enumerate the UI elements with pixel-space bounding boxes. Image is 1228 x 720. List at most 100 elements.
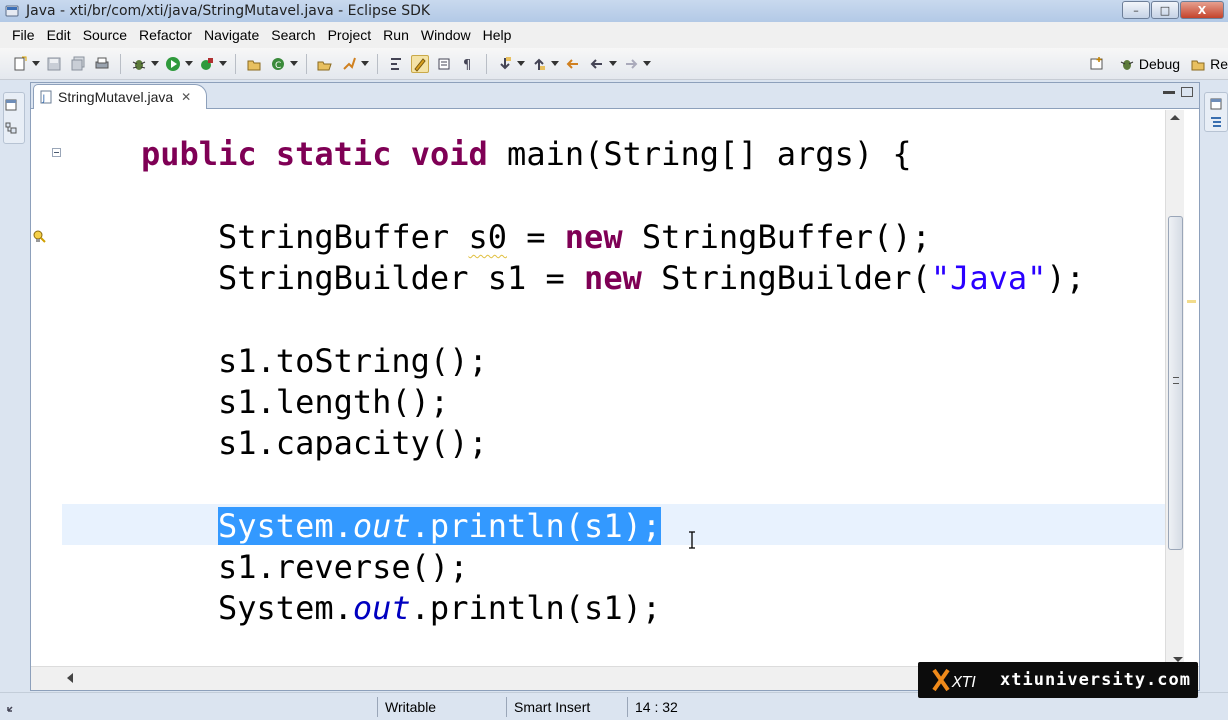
- warning-lightbulb-icon[interactable]: [32, 229, 46, 243]
- close-tab-icon[interactable]: ✕: [181, 90, 191, 104]
- toolbar-separator: [486, 53, 487, 74]
- run-icon[interactable]: [164, 55, 182, 73]
- perspective-resource-label: Re: [1210, 55, 1228, 72]
- show-whitespace-icon[interactable]: ¶: [459, 55, 477, 73]
- next-annotation-icon[interactable]: [496, 55, 514, 73]
- package-explorer-icon[interactable]: [4, 121, 18, 135]
- maximize-editor-icon[interactable]: [1181, 87, 1193, 97]
- bug-icon: [1120, 59, 1134, 70]
- perspective-switcher: Debug Re: [1079, 48, 1228, 79]
- status-writable: Writable: [377, 697, 505, 717]
- forward-icon[interactable]: [622, 55, 640, 73]
- search-icon[interactable]: [340, 55, 358, 73]
- scroll-up-arrow-icon[interactable]: [1170, 114, 1180, 120]
- last-edit-location-icon[interactable]: [564, 55, 582, 73]
- svg-text:XTI: XTI: [951, 673, 976, 691]
- block-selection-icon[interactable]: [435, 55, 453, 73]
- debug-dropdown-arrow[interactable]: [151, 55, 159, 73]
- new-package-icon[interactable]: C: [269, 55, 287, 73]
- svg-text:J: J: [42, 94, 46, 104]
- toolbar-separator: [120, 53, 121, 74]
- back-dropdown-arrow[interactable]: [609, 55, 617, 73]
- menu-search[interactable]: Search: [265, 27, 321, 43]
- menu-run[interactable]: Run: [377, 27, 415, 43]
- restore-icon[interactable]: [4, 98, 18, 112]
- toolbar-separator: [235, 53, 236, 74]
- code-line-stringbuffer: StringBuffer s0 = new StringBuffer();: [218, 218, 931, 256]
- right-trim-stack: [1200, 80, 1228, 692]
- code-line-capacity: s1.capacity();: [218, 424, 488, 462]
- menu-edit[interactable]: Edit: [41, 27, 77, 43]
- vertical-scrollbar[interactable]: [1165, 110, 1184, 666]
- code-line-reverse: s1.reverse();: [218, 548, 469, 586]
- toggle-breadcrumb-icon[interactable]: [387, 55, 405, 73]
- main-toolbar: C ¶ Debug Re: [0, 48, 1228, 80]
- text-cursor-icon: [689, 531, 695, 549]
- warning-marker[interactable]: [1187, 300, 1196, 303]
- eclipse-java-icon: [5, 5, 19, 17]
- next-annotation-dropdown-arrow[interactable]: [517, 55, 525, 73]
- code-line-println-selected: System.out.println(s1);: [218, 506, 662, 547]
- close-button[interactable]: X: [1180, 1, 1224, 19]
- menu-navigate[interactable]: Navigate: [198, 27, 265, 43]
- fold-toggle-icon[interactable]: [52, 148, 61, 157]
- maximize-button[interactable]: □: [1151, 1, 1179, 19]
- minimize-button[interactable]: –: [1122, 1, 1150, 19]
- menu-source[interactable]: Source: [77, 27, 133, 43]
- window-controls: – □ X: [1122, 1, 1224, 19]
- outline-icon[interactable]: [1209, 115, 1223, 129]
- toolbar-separator: [306, 53, 307, 74]
- xti-logo-icon: XTI: [932, 668, 976, 692]
- left-trim-stack: [0, 80, 30, 692]
- minimize-editor-icon[interactable]: [1163, 91, 1175, 94]
- code-line-main-signature: public static void main(String[] args) {: [141, 135, 912, 173]
- external-tools-dropdown-arrow[interactable]: [219, 55, 227, 73]
- mark-occurrences-icon[interactable]: [411, 54, 429, 73]
- new-wizard-icon[interactable]: [11, 55, 29, 73]
- external-tools-icon[interactable]: [198, 55, 216, 73]
- menu-file[interactable]: File: [6, 27, 41, 43]
- toolbar-separator: [377, 53, 378, 74]
- print-icon[interactable]: [93, 55, 111, 73]
- editor-view-controls: [1163, 87, 1193, 97]
- save-all-icon[interactable]: [69, 55, 87, 73]
- new-java-project-icon[interactable]: [245, 55, 263, 73]
- xti-watermark-logo: XTI xtiuniversity.com: [918, 662, 1198, 698]
- run-dropdown-arrow[interactable]: [185, 55, 193, 73]
- code-line-tostring: s1.toString();: [218, 342, 488, 380]
- editor-gutter: [31, 110, 61, 666]
- code-line-length: s1.length();: [218, 383, 450, 421]
- perspective-resource[interactable]: Re: [1190, 56, 1228, 72]
- new-class-dropdown-arrow[interactable]: [290, 55, 298, 73]
- editor-tab-bar: J StringMutavel.java ✕: [31, 83, 1199, 109]
- menu-project[interactable]: Project: [322, 27, 378, 43]
- unused-variable-warning: s0: [468, 218, 507, 256]
- menu-refactor[interactable]: Refactor: [133, 27, 198, 43]
- editor-tab-stringmutavel[interactable]: J StringMutavel.java ✕: [33, 84, 207, 109]
- previous-annotation-icon[interactable]: [530, 55, 548, 73]
- forward-dropdown-arrow[interactable]: [643, 55, 651, 73]
- open-perspective-button[interactable]: [1089, 56, 1109, 72]
- save-icon[interactable]: [45, 55, 63, 73]
- fast-view-icon[interactable]: [6, 699, 20, 713]
- scroll-left-arrow-icon[interactable]: [67, 673, 73, 683]
- menu-window[interactable]: Window: [415, 27, 477, 43]
- editor-area: J StringMutavel.java ✕ public static voi…: [30, 82, 1200, 691]
- menu-bar: File Edit Source Refactor Navigate Searc…: [0, 22, 1228, 48]
- debug-icon[interactable]: [130, 55, 148, 73]
- code-editor[interactable]: public static void main(String[] args) {…: [31, 110, 1199, 666]
- perspective-debug[interactable]: Debug: [1119, 56, 1180, 72]
- minimized-view-stack: [3, 92, 25, 144]
- svg-text:C: C: [275, 61, 281, 71]
- previous-annotation-dropdown-arrow[interactable]: [551, 55, 559, 73]
- new-dropdown-arrow[interactable]: [32, 55, 40, 73]
- search-dropdown-arrow[interactable]: [361, 55, 369, 73]
- open-perspective-icon: [1090, 56, 1103, 69]
- title-bar: Java - xti/br/com/xti/java/StringMutavel…: [0, 0, 1228, 22]
- scrollbar-thumb[interactable]: [1168, 216, 1183, 550]
- open-type-icon[interactable]: [316, 55, 334, 73]
- menu-help[interactable]: Help: [477, 27, 518, 43]
- restore-icon[interactable]: [1209, 97, 1223, 111]
- status-insert-mode[interactable]: Smart Insert: [506, 697, 626, 717]
- back-icon[interactable]: [588, 55, 606, 73]
